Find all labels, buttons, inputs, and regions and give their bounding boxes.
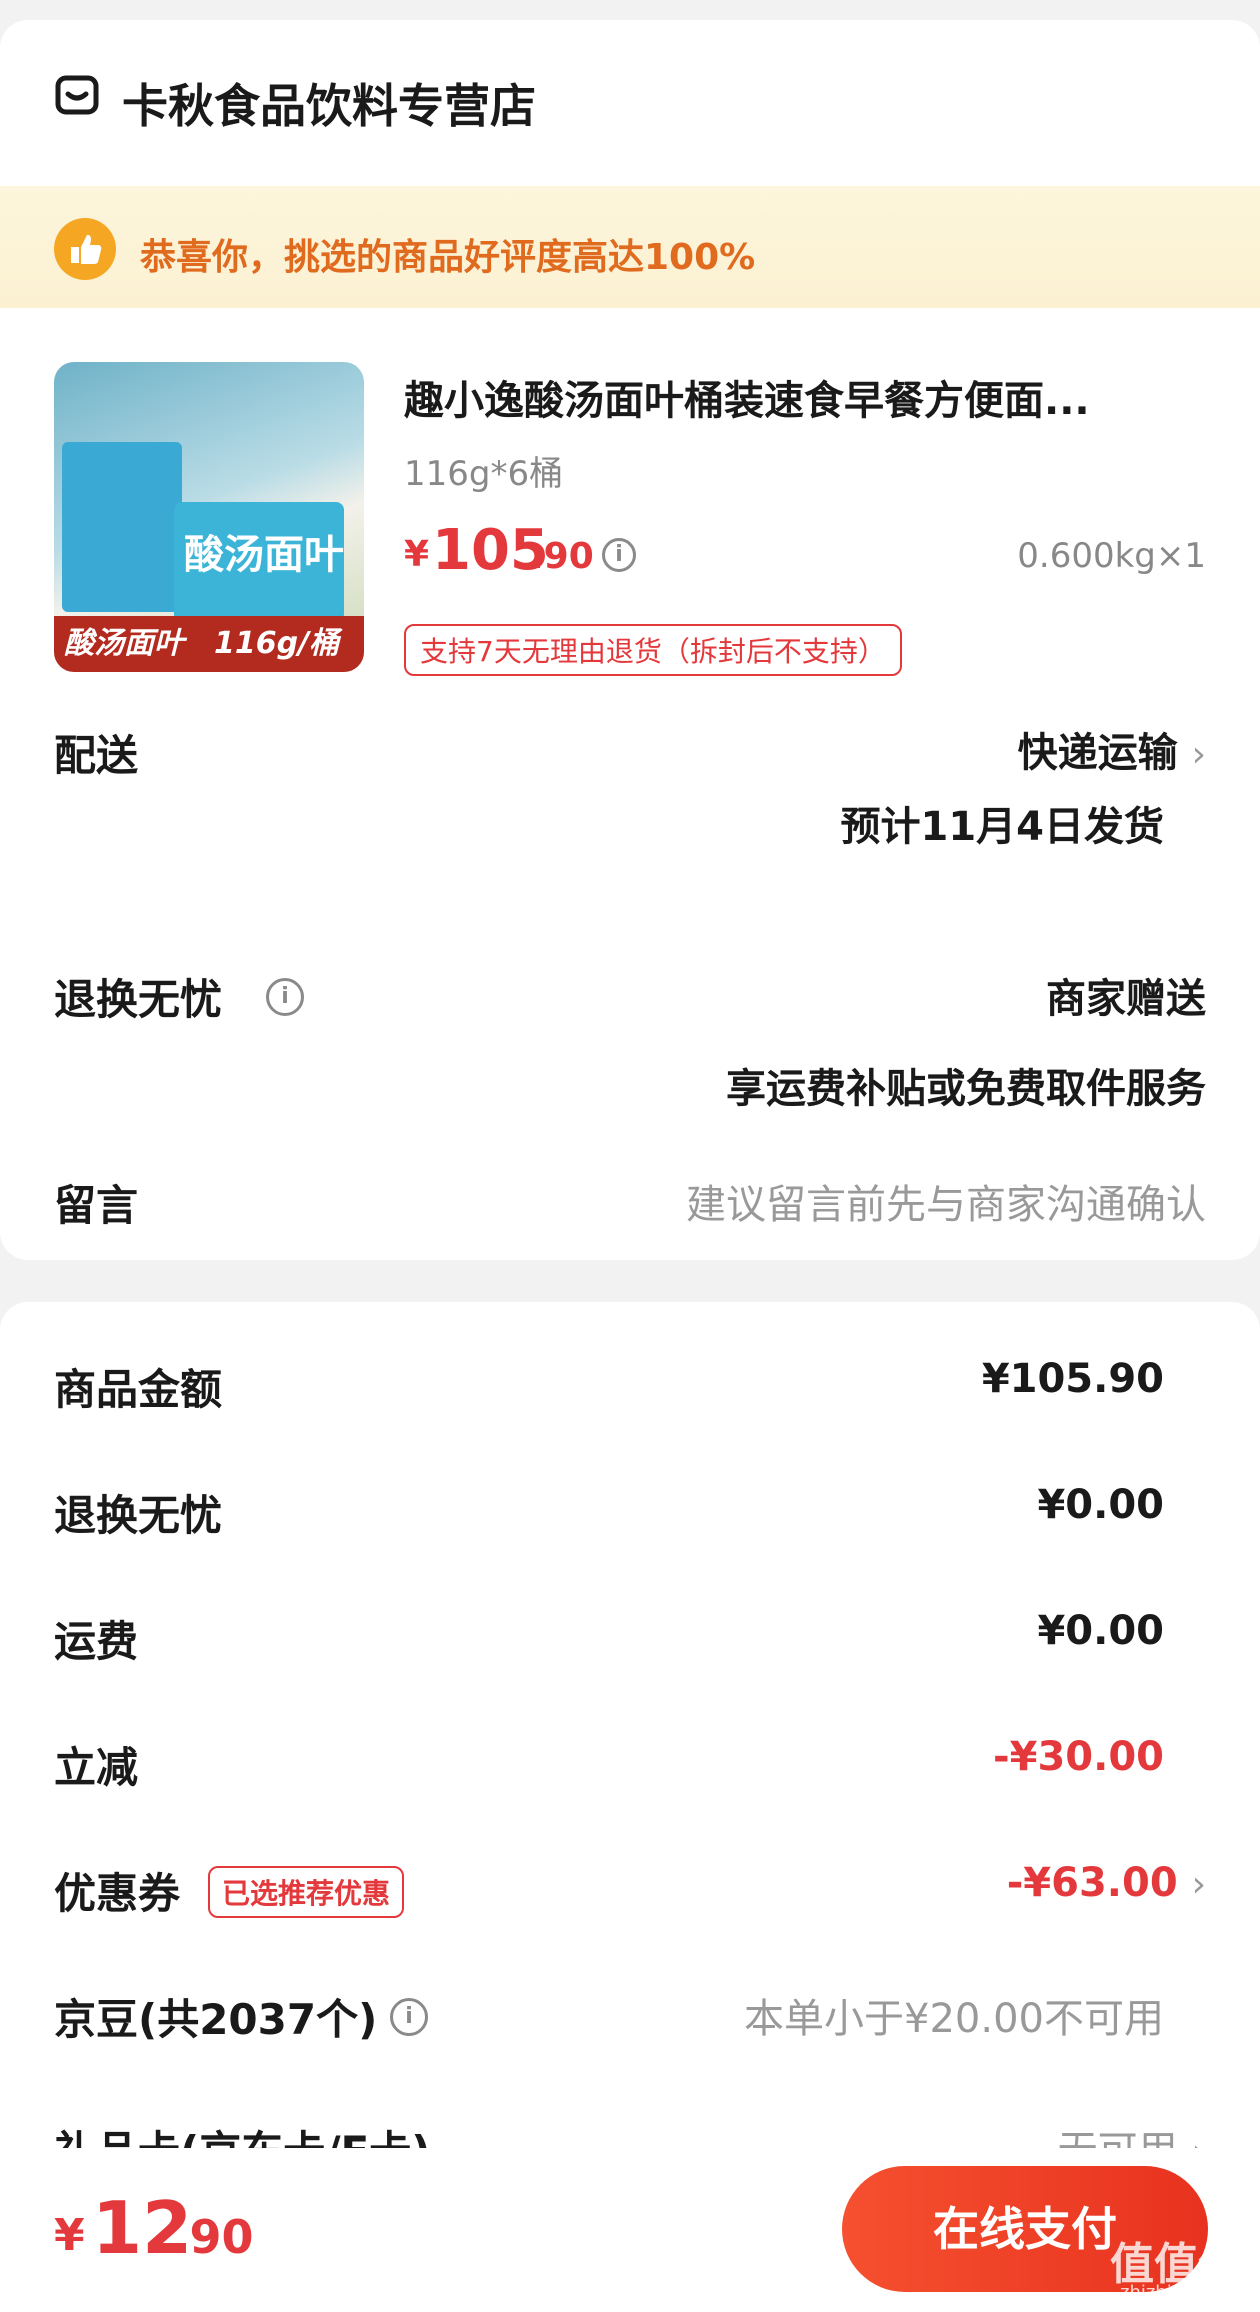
summary-discount-value: -¥30.00 [993,1734,1164,1780]
summary-jingdou-label: 京豆(共2037个) [54,1995,378,2044]
worry-free-desc: 享运费补贴或免费取件服务 [726,1066,1206,1112]
worry-free-value: 商家赠送 [1046,976,1206,1022]
message-label: 留言 [54,1181,139,1230]
summary-coupon-label: 优惠券 [54,1869,181,1918]
price-symbol: ¥ [404,534,430,575]
price-info-icon[interactable]: i [602,538,636,572]
product-image-label: 酸汤面叶 116g/桶 [54,616,364,672]
return-policy-tag: 支持7天无理由退货（拆封后不支持） [404,624,902,676]
chevron-right-icon: › [1191,1864,1206,1905]
coupon-tag: 已选推荐优惠 [208,1866,405,1918]
summary-coupon-row[interactable]: -¥63.00 › [1007,1860,1206,1906]
summary-worry-free-label: 退换无忧 [54,1491,223,1540]
product-image-boxes [62,442,182,612]
product-image[interactable]: 酸汤面叶 酸汤面叶 116g/桶 [54,362,364,672]
rating-text: 恭喜你，挑选的商品好评度高达100% [140,237,756,278]
thumbs-up-icon [54,218,116,280]
worry-free-info-icon[interactable]: i [266,978,304,1016]
delivery-method-text: 快递运输 [1017,730,1178,776]
summary-worry-free-value: ¥0.00 [1037,1482,1164,1528]
summary-discount-label: 立减 [54,1743,139,1792]
summary-shipping-value: ¥0.00 [1037,1608,1164,1654]
summary-coupon-value: -¥63.00 [1006,1860,1178,1906]
worry-free-label: 退换无忧 [54,975,223,1024]
summary-shipping-label: 运费 [54,1617,139,1666]
summary-goods-value: ¥105.90 [981,1356,1164,1402]
store-name[interactable]: 卡秋食品饮料专营店 [122,70,536,136]
product-spec: 116g*6桶 [404,454,564,494]
jingdou-info-icon[interactable]: i [390,1998,428,2036]
weight-quantity: 0.600kg×1 [1017,536,1206,576]
chevron-right-icon: › [1191,734,1206,775]
delivery-method[interactable]: 快递运输 › [1018,720,1206,778]
product-image-cup-text: 酸汤面叶 [184,532,344,578]
total-decimal: .90 [172,2210,254,2264]
watermark-sub: zhizhizhi.com [1120,2282,1242,2303]
product-title[interactable]: 趣小逸酸汤面叶桶装速食早餐方便面... [404,368,1204,426]
summary-goods-label: 商品金额 [54,1365,223,1414]
delivery-eta: 预计11月4日发货 [840,804,1165,850]
price-decimal: .90 [530,536,594,577]
total-symbol: ¥ [54,2210,85,2261]
store-icon [55,75,99,115]
message-input[interactable]: 建议留言前先与商家沟通确认 [686,1172,1206,1230]
summary-jingdou-value: 本单小于¥20.00不可用 [744,1996,1164,2042]
delivery-label: 配送 [54,731,139,780]
